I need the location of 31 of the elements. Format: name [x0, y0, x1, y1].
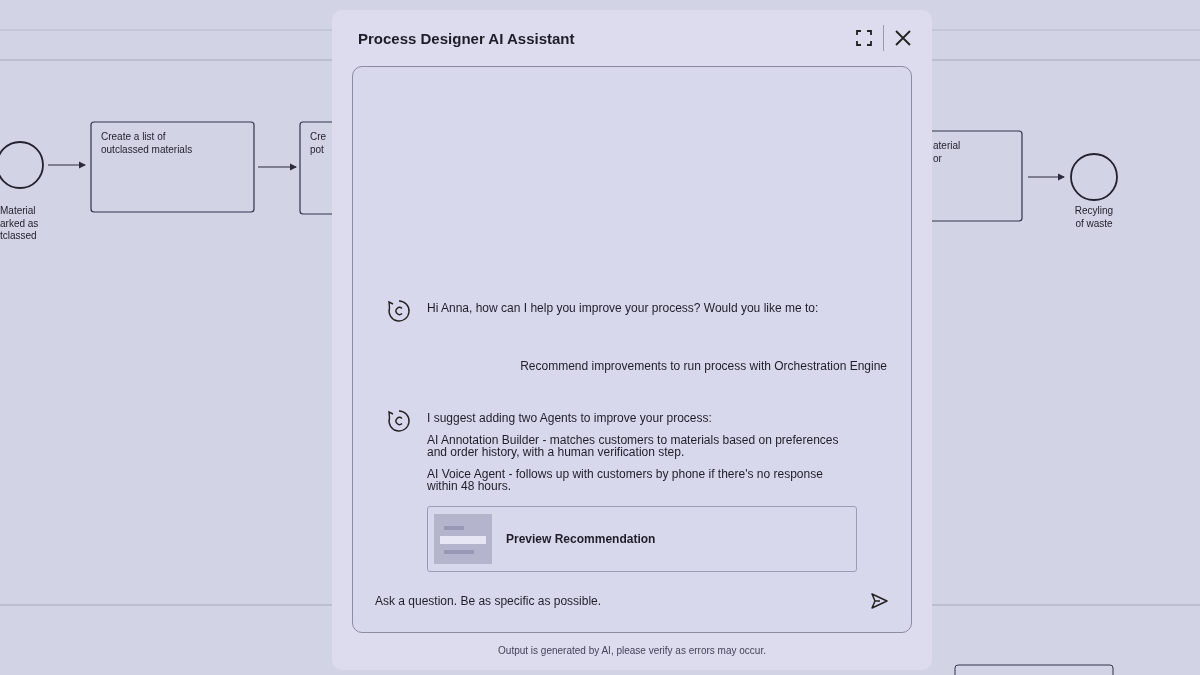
close-icon[interactable]	[894, 29, 912, 47]
assistant-message: AI Voice Agent - follows up with customers by phone if there's no response within 48 hours.	[427, 468, 824, 492]
expand-icon[interactable]	[855, 29, 873, 47]
task-label: or	[933, 152, 942, 164]
question-input[interactable]: Ask a question. Be as specific as possible.	[375, 590, 859, 612]
event-label: Recyling	[1074, 205, 1114, 216]
event-circle[interactable]	[1070, 153, 1118, 201]
task-box[interactable]	[90, 121, 255, 213]
task-label: outclassed materials	[101, 143, 193, 155]
task-label: pot	[310, 143, 324, 155]
task-label: Cre	[310, 131, 327, 142]
event-label: Material	[0, 205, 36, 216]
disclaimer-text: Output is generated by AI, please verify as errors may occur.	[497, 644, 767, 658]
connector-arrow	[47, 161, 87, 169]
assistant-message: Hi Anna, how can I help you improve your process? Would you like me to:	[427, 302, 819, 314]
dialog-title: Process Designer AI Assistant	[358, 29, 576, 47]
assistant-icon	[387, 299, 411, 323]
send-icon[interactable]	[869, 591, 889, 611]
connector-arrow	[1027, 173, 1066, 181]
assistant-message: I suggest adding two Agents to improve your process:	[427, 412, 713, 424]
event-label: arked as	[0, 217, 39, 229]
task-label: aterial	[933, 140, 961, 151]
connector-arrow	[257, 163, 298, 171]
event-label: of waste	[1075, 217, 1113, 229]
task-label: Create a list of	[101, 131, 166, 142]
event-label: tclassed	[0, 230, 37, 241]
task-box[interactable]	[954, 664, 1114, 675]
assistant-message: AI Annotation Builder - matches customers to materials based on preferences and order history, with a human verification step.	[427, 434, 840, 458]
user-message: Recommend improvements to run process with Orchestration Engine	[520, 359, 887, 373]
preview-recommendation-button[interactable]: Preview Recommendation	[427, 506, 857, 572]
assistant-icon	[387, 409, 411, 433]
